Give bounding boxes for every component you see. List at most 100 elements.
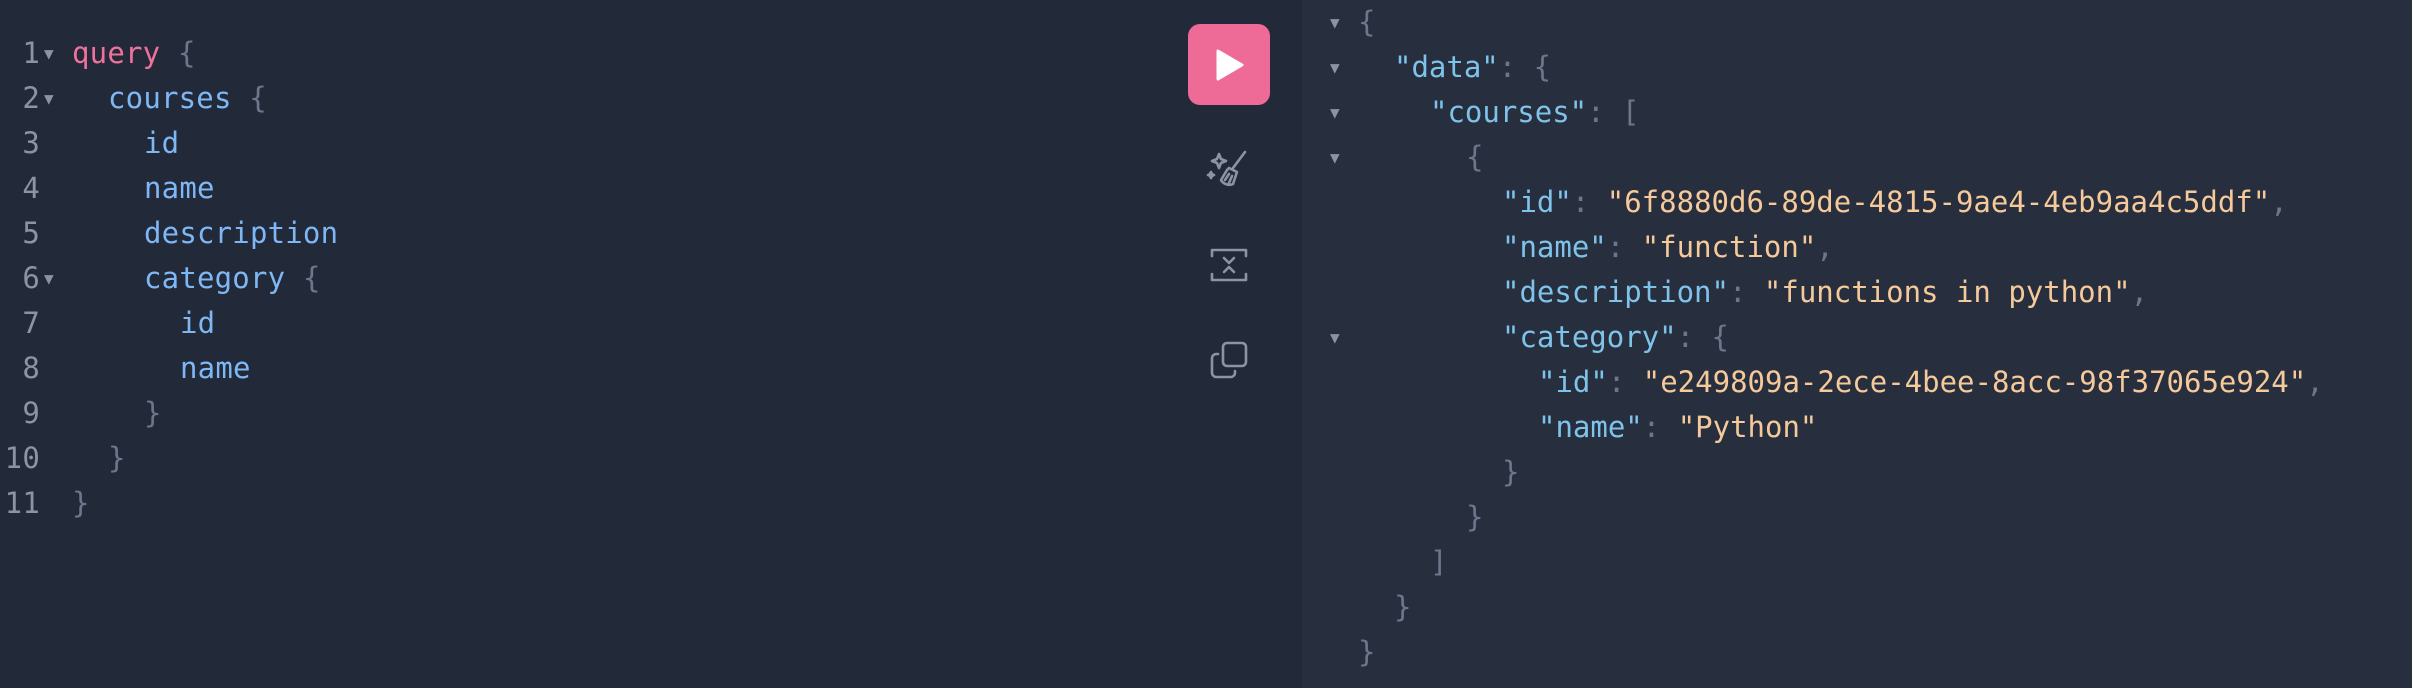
result-token: "6f8880d6-89de-4815-9ae4-4eb9aa4c5ddf" [1606, 185, 2271, 219]
result-token: : [1642, 410, 1678, 444]
copy-query-button[interactable] [1188, 330, 1270, 390]
line-number: 5 [22, 216, 40, 250]
copy-icon [1210, 341, 1248, 379]
result-token: ] [1430, 545, 1448, 579]
result-token: "functions in python" [1763, 275, 2131, 309]
prettify-button[interactable] [1188, 140, 1270, 200]
result-token: : [1606, 230, 1642, 264]
result-text: } [1358, 630, 1375, 675]
fold-toggle-icon[interactable]: ▼ [1330, 90, 1340, 135]
code-text: id [144, 121, 179, 166]
result-token: "description" [1502, 275, 1729, 309]
code-token: name [180, 351, 251, 385]
fold-toggle-icon[interactable]: ▼ [1330, 0, 1340, 45]
result-token: : [1728, 275, 1764, 309]
result-token: , [1816, 230, 1834, 264]
result-viewer[interactable]: ▼{▼ "data": {▼ "courses": [▼{"id": "6f8880… [1302, 0, 2412, 688]
result-token: "id" [1538, 365, 1608, 399]
line-number: 6 [22, 261, 40, 295]
code-text: } [108, 436, 126, 481]
result-text: { [1358, 0, 1375, 45]
result-token: , [2270, 185, 2288, 219]
code-text: id [180, 301, 215, 346]
fold-toggle-icon[interactable]: ▼ [44, 256, 54, 301]
code-token: } [144, 396, 162, 430]
result-token: , [2306, 365, 2324, 399]
code-token: { [160, 36, 196, 70]
line-number: 2 [22, 81, 40, 115]
result-token: "e249809a-2ece-4bee-8acc-98f37065e924" [1642, 365, 2307, 399]
code-token: } [108, 441, 126, 475]
code-token: description [144, 216, 339, 250]
result-text: "description": "functions in python", [1502, 270, 2148, 315]
fold-toggle-icon[interactable]: ▼ [1330, 315, 1340, 360]
line-number: 4 [22, 171, 40, 205]
fold-toggle-icon[interactable]: ▼ [44, 31, 54, 76]
result-token: } [1394, 590, 1412, 624]
result-token: "data" [1394, 50, 1499, 84]
execute-query-button[interactable] [1188, 24, 1270, 105]
code-text: name [144, 166, 215, 211]
merge-fragments-button[interactable] [1188, 235, 1270, 295]
result-token: "Python" [1677, 410, 1818, 444]
query-editor[interactable]: 1 ▼ query {2 ▼ courses {3 id 4 name 5 description… [0, 0, 1300, 688]
line-number: 1 [22, 36, 40, 70]
code-text: } [144, 391, 162, 436]
result-text: "courses": [ [1430, 90, 1640, 135]
result-text: "id": "6f8880d6-89de-4815-9ae4-4eb9aa4c5… [1502, 180, 2288, 225]
play-icon [1216, 49, 1244, 80]
code-text: description [144, 211, 338, 256]
line-number: 10 [4, 441, 40, 475]
code-token: { [285, 261, 321, 295]
line-number: 7 [22, 306, 40, 340]
code-token: category [144, 261, 286, 295]
result-token: } [1466, 500, 1484, 534]
editor-toolbar [1188, 24, 1270, 390]
code-token: courses [108, 81, 232, 115]
result-token: } [1358, 635, 1376, 669]
result-token: { [1466, 140, 1484, 174]
result-text: { [1466, 135, 1483, 180]
result-token: : { [1498, 50, 1552, 84]
result-text: "id": "e249809a-2ece-4bee-8acc-98f37065e… [1538, 360, 2324, 405]
line-number: 8 [22, 351, 40, 385]
result-token: "name" [1502, 230, 1607, 264]
result-token: , [2130, 275, 2149, 309]
code-text: name [180, 346, 251, 391]
result-token: : [1571, 185, 1607, 219]
magic-wand-icon [1206, 150, 1247, 187]
code-text: } [72, 481, 90, 526]
code-token: query [72, 36, 161, 70]
result-token: : [ [1587, 95, 1640, 129]
line-number: 9 [22, 396, 40, 430]
result-text: ] [1430, 540, 1447, 585]
result-text: "name": "function", [1502, 225, 1834, 270]
fold-toggle-icon[interactable]: ▼ [44, 76, 54, 121]
result-token: "name" [1538, 410, 1643, 444]
code-token: id [144, 126, 180, 160]
merge-fragments-icon [1210, 248, 1248, 282]
result-text: "category": { [1502, 315, 1729, 360]
result-text: } [1502, 450, 1519, 495]
result-token: "function" [1641, 230, 1817, 264]
code-token: id [180, 306, 216, 340]
code-text: courses { [108, 76, 267, 121]
result-token: "courses" [1430, 95, 1588, 129]
result-token: : { [1676, 320, 1729, 354]
fold-toggle-icon[interactable]: ▼ [1330, 135, 1340, 180]
line-number: 11 [4, 486, 40, 520]
fold-toggle-icon[interactable]: ▼ [1330, 45, 1340, 90]
code-token: { [231, 81, 267, 115]
result-token: "category" [1502, 320, 1677, 354]
code-text: category { [144, 256, 321, 301]
result-token: : [1607, 365, 1643, 399]
result-text: } [1466, 495, 1483, 540]
result-text: "name": "Python" [1538, 405, 1817, 450]
result-text: "data": { [1394, 45, 1551, 90]
result-token: "id" [1502, 185, 1572, 219]
result-token: { [1358, 5, 1376, 39]
code-text: query { [72, 31, 196, 76]
result-text: } [1394, 585, 1411, 630]
code-token: name [144, 171, 215, 205]
line-number: 3 [22, 126, 40, 160]
